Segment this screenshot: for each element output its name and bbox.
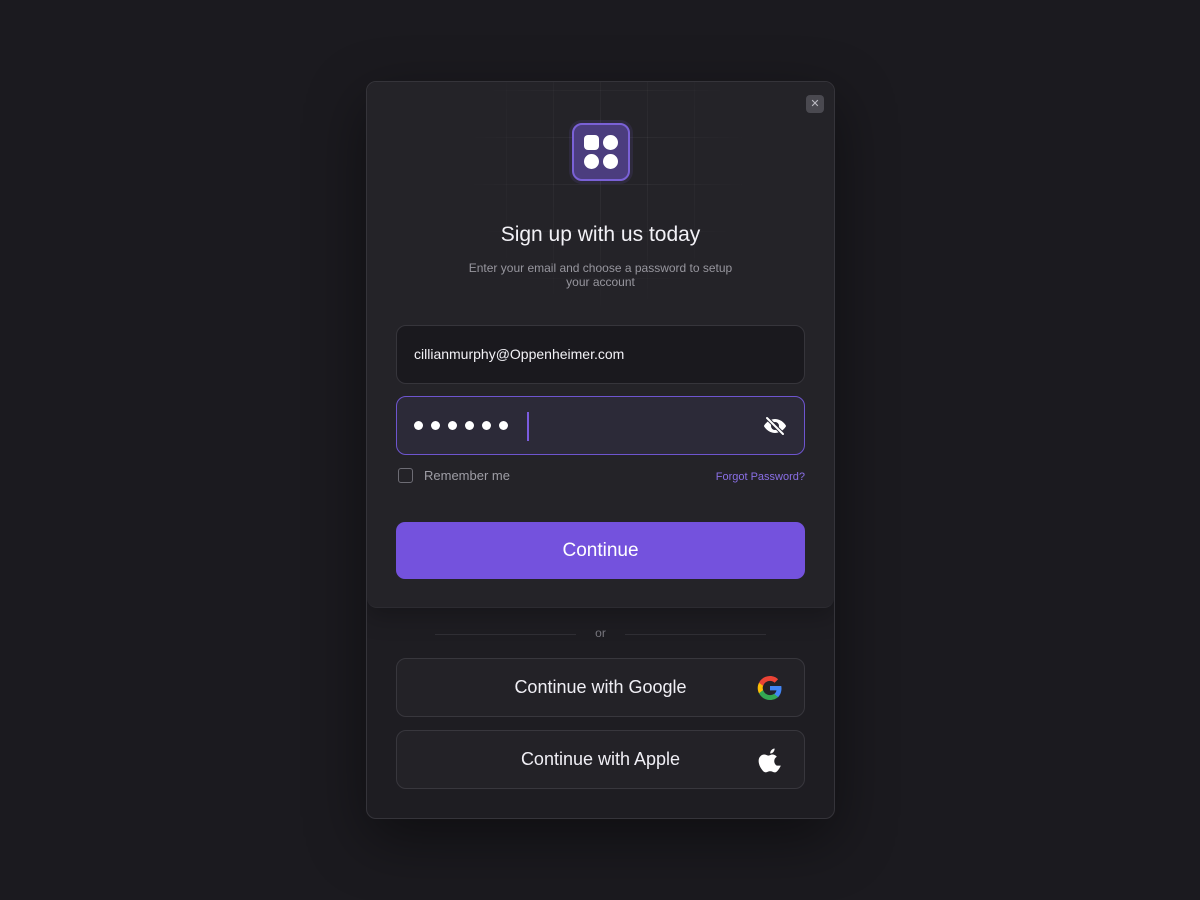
divider-line-right [625,634,766,635]
remember-me[interactable]: Remember me [398,468,510,483]
email-value: cillianmurphy@Oppenheimer.com [414,346,625,362]
apple-button[interactable]: Continue with Apple [396,730,805,789]
divider: or [367,626,834,642]
google-button[interactable]: Continue with Google [396,658,805,717]
page-subtitle: Enter your email and choose a password t… [468,261,733,289]
apple-icon [757,747,783,773]
divider-label: or [595,626,606,640]
signup-form-panel: ✕ Sign up with us today Enter your email… [367,82,834,608]
forgot-password-link[interactable]: Forgot Password? [716,471,805,483]
password-field[interactable] [396,396,805,455]
password-dot [465,421,474,430]
password-dot [414,421,423,430]
close-icon[interactable]: ✕ [806,95,824,113]
continue-button[interactable]: Continue [396,522,805,579]
page-title: Sign up with us today [500,223,701,246]
password-dot [448,421,457,430]
remember-label: Remember me [424,468,510,483]
google-icon [757,675,783,701]
password-dot [482,421,491,430]
google-button-label: Continue with Google [514,677,687,697]
remember-checkbox[interactable] [398,468,413,483]
password-dot [431,421,440,430]
text-caret [527,412,529,441]
app-logo-icon [572,123,630,181]
eye-off-icon[interactable] [763,414,787,438]
signup-modal: ✕ Sign up with us today Enter your email… [366,81,835,819]
email-field[interactable]: cillianmurphy@Oppenheimer.com [396,325,805,384]
password-mask [414,421,508,430]
password-dot [499,421,508,430]
apple-button-label: Continue with Apple [520,749,681,769]
